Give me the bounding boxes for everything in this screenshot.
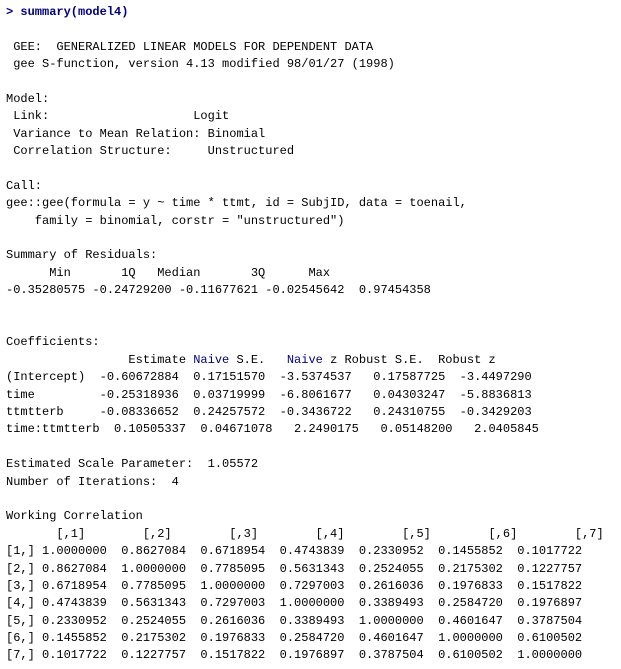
wc-r6: [6,] 0.1455852 0.2175302 0.1976833 0.258…	[6, 630, 615, 647]
blank-line	[6, 230, 615, 247]
resid-cols: Min 1Q Median 3Q Max	[6, 265, 615, 282]
coef-time: time -0.25318936 0.03719999 -6.8061677 0…	[6, 387, 615, 404]
blank-line	[6, 74, 615, 91]
coef-header: Coefficients:	[6, 334, 615, 351]
prompt: > summary(model4)	[6, 4, 615, 21]
blank-line	[6, 491, 615, 508]
coef-intercept: (Intercept) -0.60672884 0.17151570 -3.53…	[6, 369, 615, 386]
call-line2: family = binomial, corstr = "unstructure…	[6, 213, 615, 230]
call-header: Call:	[6, 178, 615, 195]
blank-line	[6, 161, 615, 178]
model-header: Model:	[6, 91, 615, 108]
wc-r7: [7,] 0.1017722 0.1227757 0.1517822 0.197…	[6, 647, 615, 664]
blank-line	[6, 439, 615, 456]
iterations: Number of Iterations: 4	[6, 474, 615, 491]
corr-line: Correlation Structure: Unstructured	[6, 143, 615, 160]
blank-line	[6, 300, 615, 317]
wc-r3: [3,] 0.6718954 0.7785095 1.0000000 0.729…	[6, 578, 615, 595]
console-output: > summary(model4) GEE: GENERALIZED LINEA…	[6, 4, 615, 665]
call-line1: gee::gee(formula = y ~ time * ttmt, id =…	[6, 195, 615, 212]
wc-header: Working Correlation	[6, 508, 615, 525]
resid-header: Summary of Residuals:	[6, 247, 615, 264]
blank-line	[6, 317, 615, 334]
wc-r4: [4,] 0.4743839 0.5631343 0.7297003 1.000…	[6, 595, 615, 612]
wc-r5: [5,] 0.2330952 0.2524055 0.2616036 0.338…	[6, 613, 615, 630]
gee-title: GEE: GENERALIZED LINEAR MODELS FOR DEPEN…	[6, 39, 615, 56]
resid-vals: -0.35280575 -0.24729200 -0.11677621 -0.0…	[6, 282, 615, 299]
wc-cols: [,1] [,2] [,3] [,4] [,5] [,6] [,7]	[6, 526, 615, 543]
link-line: Link: Logit	[6, 108, 615, 125]
wc-r2: [2,] 0.8627084 1.0000000 0.7785095 0.563…	[6, 561, 615, 578]
wc-r1: [1,] 1.0000000 0.8627084 0.6718954 0.474…	[6, 543, 615, 560]
gee-version: gee S-function, version 4.13 modified 98…	[6, 56, 615, 73]
variance-line: Variance to Mean Relation: Binomial	[6, 126, 615, 143]
coef-interact: time:ttmtterb 0.10505337 0.04671078 2.24…	[6, 421, 615, 438]
coef-ttmt: ttmtterb -0.08336652 0.24257572 -0.34367…	[6, 404, 615, 421]
blank-line	[6, 21, 615, 38]
coef-cols: Estimate Naive S.E. Naive z Robust S.E. …	[6, 352, 615, 369]
scale-param: Estimated Scale Parameter: 1.05572	[6, 456, 615, 473]
